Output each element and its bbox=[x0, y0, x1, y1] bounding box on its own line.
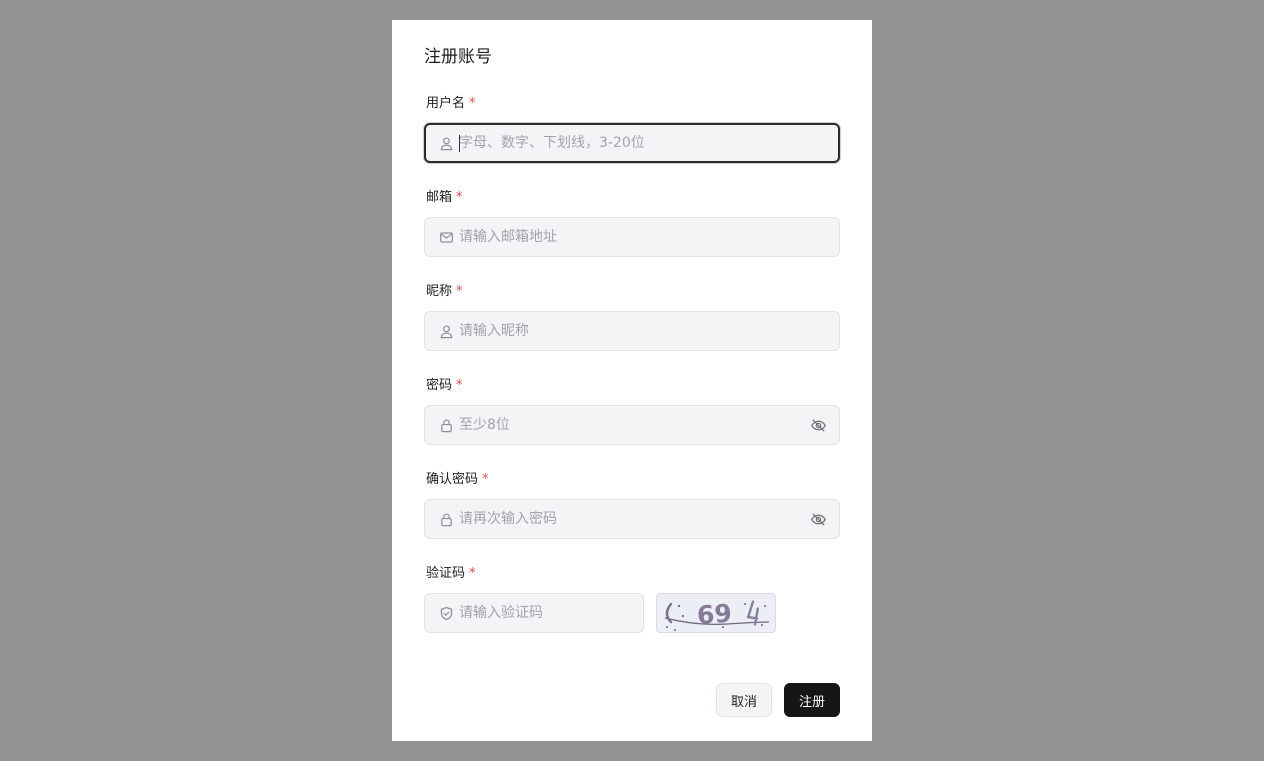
captcha-graphic: 69 bbox=[664, 599, 770, 631]
captcha-field[interactable] bbox=[424, 593, 644, 633]
captcha-input[interactable] bbox=[459, 594, 643, 632]
lock-icon bbox=[438, 511, 454, 527]
password-input[interactable] bbox=[459, 406, 809, 444]
username-label-text: 用户名 bbox=[426, 96, 466, 111]
cancel-button[interactable]: 取消 bbox=[716, 683, 772, 717]
captcha-text: 69 bbox=[696, 599, 733, 630]
confirm-password-label-text: 确认密码 bbox=[426, 472, 479, 487]
username-input[interactable] bbox=[459, 125, 838, 161]
register-button[interactable]: 注册 bbox=[784, 683, 840, 717]
shield-icon bbox=[438, 605, 454, 621]
user-icon bbox=[438, 323, 454, 339]
required-mark: * bbox=[456, 284, 463, 299]
nickname-label-text: 昵称 bbox=[426, 284, 453, 299]
eye-off-icon[interactable] bbox=[809, 416, 827, 434]
required-mark: * bbox=[469, 566, 476, 581]
captcha-label: 验证码 * bbox=[426, 565, 476, 583]
mail-icon bbox=[438, 229, 454, 245]
required-mark: * bbox=[456, 378, 463, 393]
confirm-password-input[interactable] bbox=[459, 500, 809, 538]
email-label: 邮箱 * bbox=[426, 189, 463, 207]
nickname-field[interactable] bbox=[424, 311, 840, 351]
confirm-password-field[interactable] bbox=[424, 499, 840, 539]
email-field[interactable] bbox=[424, 217, 840, 257]
eye-off-icon[interactable] bbox=[809, 510, 827, 528]
captcha-image[interactable]: 69 bbox=[656, 593, 776, 633]
user-icon bbox=[438, 135, 454, 151]
password-label: 密码 * bbox=[426, 377, 463, 395]
password-field[interactable] bbox=[424, 405, 840, 445]
confirm-password-label: 确认密码 * bbox=[426, 471, 489, 489]
required-mark: * bbox=[482, 472, 489, 487]
email-label-text: 邮箱 bbox=[426, 190, 453, 205]
email-input[interactable] bbox=[459, 218, 839, 256]
dialog-title: 注册账号 bbox=[424, 47, 492, 67]
register-dialog: 注册账号 用户名* 邮箱* 昵称* 密码* bbox=[392, 20, 872, 741]
password-label-text: 密码 bbox=[426, 378, 453, 393]
nickname-label: 昵称 * bbox=[426, 283, 463, 301]
nickname-input[interactable] bbox=[459, 312, 839, 350]
username-label: 用户名 * bbox=[426, 95, 476, 113]
captcha-label-text: 验证码 bbox=[426, 566, 466, 581]
lock-icon bbox=[438, 417, 454, 433]
username-field[interactable] bbox=[424, 123, 840, 163]
required-mark: * bbox=[469, 96, 476, 111]
required-mark: * bbox=[456, 190, 463, 205]
